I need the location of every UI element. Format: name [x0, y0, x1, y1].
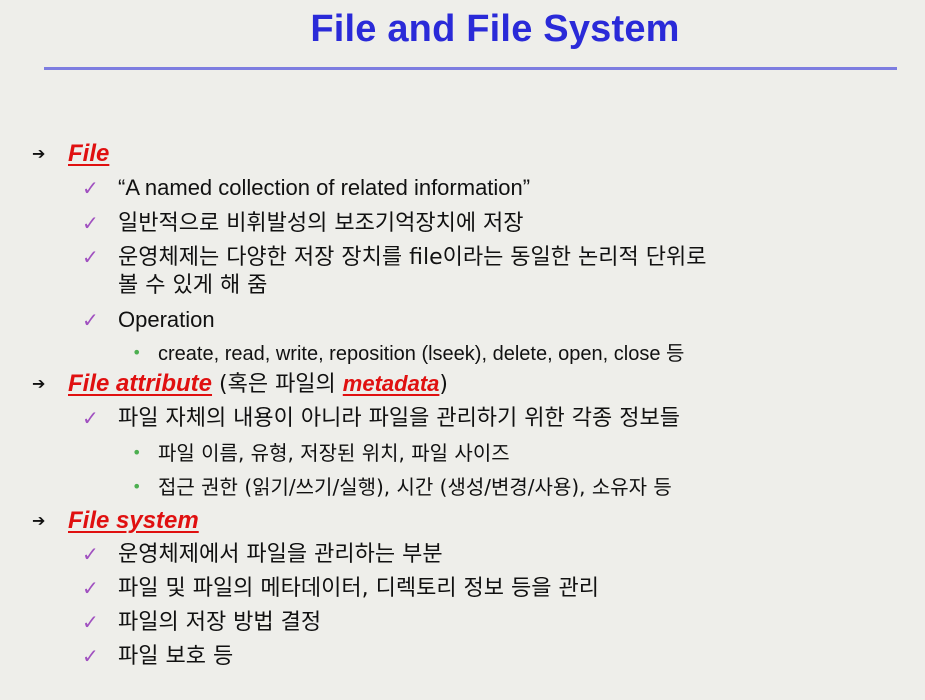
file-item: ✓ 운영체제는 다양한 저장 장치를 file이라는 동일한 논리적 단위로 [82, 243, 706, 272]
dot-bullet-icon: • [132, 343, 142, 362]
filesystem-item-text: 파일 보호 등 [118, 644, 234, 669]
check-bullet-icon: ✓ [82, 211, 99, 235]
attribute-subitem: • 파일 이름, 유형, 저장된 위치, 파일 사이즈 [132, 439, 510, 469]
check-bullet-icon: ✓ [82, 576, 99, 600]
file-item: ✓ Operation [82, 306, 215, 335]
filesystem-item: ✓ 운영체제에서 파일을 관리하는 부분 [82, 540, 443, 569]
check-bullet-icon: ✓ [82, 176, 99, 200]
slide-title: File and File System [310, 8, 680, 50]
check-bullet-icon: ✓ [82, 245, 99, 269]
file-item: ✓ “A named collection of related informat… [82, 174, 530, 203]
dot-bullet-icon: • [132, 477, 142, 496]
filesystem-item: ✓ 파일 및 파일의 메타데이터, 디렉토리 정보 등을 관리 [82, 574, 599, 603]
check-bullet-icon: ✓ [82, 406, 99, 430]
file-item: ✓ 일반적으로 비휘발성의 보조기억장치에 저장 [82, 209, 524, 238]
slide: File and File System ➔ File ✓ “A named col… [0, 0, 925, 700]
operation-subitem-text: create, read, write, reposition (lseek),… [158, 343, 685, 365]
check-bullet-icon: ✓ [82, 308, 99, 332]
title-underline-divider [44, 67, 897, 70]
bullet-file-system: ➔ File system [32, 507, 199, 537]
arrow-bullet-icon: ➔ [32, 374, 46, 393]
heading-file-system: File system [68, 507, 199, 534]
attribute-subitem: • 접근 권한 (읽기/쓰기/실행), 시간 (생성/변경/사용), 소유자 등 [132, 473, 672, 503]
arrow-bullet-icon: ➔ [32, 144, 46, 163]
filesystem-item-text: 파일의 저장 방법 결정 [118, 610, 322, 635]
check-bullet-icon: ✓ [82, 644, 99, 668]
file-item-text: 볼 수 있게 해 줌 [118, 273, 268, 298]
heading-file: File [68, 140, 110, 167]
filesystem-item-text: 운영체제에서 파일을 관리하는 부분 [118, 542, 443, 567]
attribute-paren-open: (혹은 파일의 [212, 372, 343, 397]
attribute-subitem-text: 파일 이름, 유형, 저장된 위치, 파일 사이즈 [158, 441, 510, 465]
metadata-keyword: metadata [342, 371, 440, 396]
attribute-item-text: 파일 자체의 내용이 아니라 파일을 관리하기 위한 각종 정보들 [118, 406, 680, 431]
heading-file-attribute: File attribute [68, 370, 213, 397]
check-bullet-icon: ✓ [82, 542, 99, 566]
filesystem-item: ✓ 파일 보호 등 [82, 642, 233, 671]
file-item-text: 일반적으로 비휘발성의 보조기억장치에 저장 [118, 211, 524, 236]
bullet-file: ➔ File [32, 140, 109, 170]
arrow-bullet-icon: ➔ [32, 511, 46, 530]
bullet-file-attribute: ➔ File attribute (혹은 파일의 metadata) [32, 370, 448, 400]
check-bullet-icon: ✓ [82, 610, 99, 634]
operation-subitem: • create, read, write, reposition (lseek)… [132, 339, 684, 369]
filesystem-item-text: 파일 및 파일의 메타데이터, 디렉토리 정보 등을 관리 [118, 576, 599, 601]
file-item-text: 운영체제는 다양한 저장 장치를 file이라는 동일한 논리적 단위로 [118, 245, 707, 270]
attribute-item: ✓ 파일 자체의 내용이 아니라 파일을 관리하기 위한 각종 정보들 [82, 404, 680, 433]
file-item-continuation: 볼 수 있게 해 줌 [82, 272, 267, 300]
file-item-text: “A named collection of related informati… [118, 175, 531, 200]
file-item-text: Operation [118, 307, 215, 332]
dot-bullet-icon: • [132, 443, 142, 462]
attribute-subitem-text: 접근 권한 (읽기/쓰기/실행), 시간 (생성/변경/사용), 소유자 등 [158, 475, 672, 499]
filesystem-item: ✓ 파일의 저장 방법 결정 [82, 608, 321, 637]
attribute-paren-close: ) [439, 372, 448, 397]
